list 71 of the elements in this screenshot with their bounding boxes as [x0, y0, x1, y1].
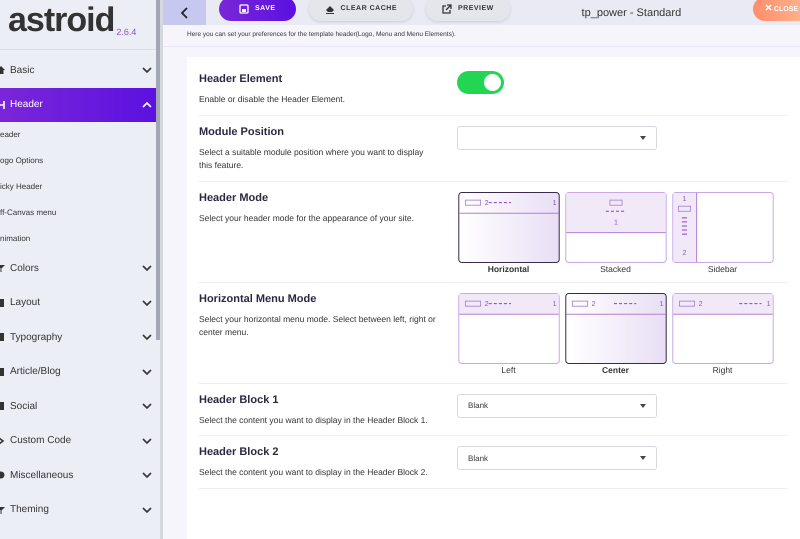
option-label: Horizontal: [488, 264, 530, 274]
sidebar-item[interactable]: Miscellaneous: [0, 458, 160, 492]
layout-option[interactable]: 2 1 Horizontal: [457, 192, 560, 274]
chevron-icon: [142, 265, 152, 272]
setting-title: Module Position: [199, 126, 285, 138]
back-icon: [180, 6, 188, 18]
select-field[interactable]: Blank: [457, 394, 657, 418]
sidebar-item[interactable]: Colors: [0, 250, 160, 286]
layout-thumbnail-drawing: 2 1: [458, 292, 560, 364]
chevron-icon: [142, 472, 152, 478]
caret-icon: [640, 404, 646, 408]
layout-option[interactable]: 2 1 Left: [457, 292, 560, 375]
setting-description: Select your header mode for the appearance of your site.: [199, 212, 415, 225]
sidebar-item[interactable]: Custom Code: [0, 423, 160, 458]
sidebar-item[interactable]: Basic: [0, 53, 160, 88]
chevron-icon: [142, 438, 152, 444]
layout-thumbnail-drawing: 2 1: [672, 292, 774, 364]
layout-option[interactable]: 2 1 Right: [671, 292, 774, 375]
select-field[interactable]: Blank: [457, 446, 657, 470]
option-label: Left: [501, 364, 516, 375]
floppy-icon: [239, 4, 249, 14]
toggle-switch[interactable]: [457, 71, 504, 94]
chevron-icon: [142, 403, 152, 410]
layout-thumbnail-drawing: 2 1: [458, 192, 560, 263]
layout-option[interactable]: 2 1 Center: [564, 292, 667, 375]
sidebar-item[interactable]: Typography: [0, 320, 160, 354]
caret-icon: [640, 136, 646, 140]
sidebar-subitem[interactable]: eader: [0, 122, 160, 148]
layout-option[interactable]: 1 2 Sidebar: [671, 192, 774, 274]
sidebar-subitem[interactable]: nimation: [0, 225, 160, 251]
option-label: Sidebar: [708, 264, 738, 274]
sidebar-item[interactable]: Theming: [0, 492, 160, 527]
external-link-icon: [442, 4, 452, 14]
version-number: 2.6.4: [116, 27, 136, 37]
option-label: Center: [602, 364, 629, 375]
sidebar-subitem[interactable]: icky Header: [0, 174, 160, 200]
sidebar-item[interactable]: Layout: [0, 285, 160, 320]
chevron-icon: [142, 102, 152, 108]
setting-title: Header Block 1: [199, 394, 280, 406]
setting-description: Select the content you want to display in the Header Block 1.: [199, 414, 429, 427]
sidebar-subitem[interactable]: ogo Options: [0, 148, 160, 174]
chevron-icon: [142, 506, 152, 513]
sidebar-subitem[interactable]: ff-Canvas menu: [0, 199, 160, 226]
scrollbar[interactable]: [156, 0, 160, 340]
back-button[interactable]: [163, 0, 206, 25]
setting-title: Header Block 2: [199, 446, 280, 458]
setting-description: Select the content you want to display in the Header Block 2.: [199, 466, 429, 480]
chevron-icon: [142, 368, 152, 375]
chevron-icon: [142, 300, 152, 306]
logo: astroid: [8, 3, 114, 37]
layout-thumbnail-drawing: 1 2: [672, 192, 774, 263]
setting-title: Header Mode: [199, 192, 270, 204]
option-label: Right: [712, 364, 732, 375]
setting-title: Header Element: [199, 73, 284, 85]
setting-description: Enable or disable the Header Element.: [199, 93, 346, 106]
layout-thumbnail-drawing: 1: [564, 192, 666, 263]
setting-title: Horizontal Menu Mode: [199, 292, 318, 305]
setting-description: Select your horizontal menu mode. Select between left, right or center menu.: [199, 312, 437, 340]
layout-thumbnail-drawing: 2 1: [564, 292, 666, 364]
caret-icon: [640, 456, 646, 460]
option-label: Stacked: [600, 264, 631, 274]
setting-description: Select a suitable module position where you want to display this feature.: [199, 146, 424, 172]
chevron-icon: [142, 67, 152, 74]
chevron-icon: [142, 334, 152, 340]
select-field[interactable]: [457, 126, 657, 150]
eraser-icon: [324, 4, 335, 14]
template-title: tp_power - Standard: [580, 6, 682, 18]
layout-option[interactable]: 1 Stacked: [564, 192, 667, 274]
sidebar-item[interactable]: Article/Blog: [0, 354, 160, 389]
close-icon: [764, 4, 772, 11]
sidebar-item[interactable]: Social: [0, 388, 160, 424]
